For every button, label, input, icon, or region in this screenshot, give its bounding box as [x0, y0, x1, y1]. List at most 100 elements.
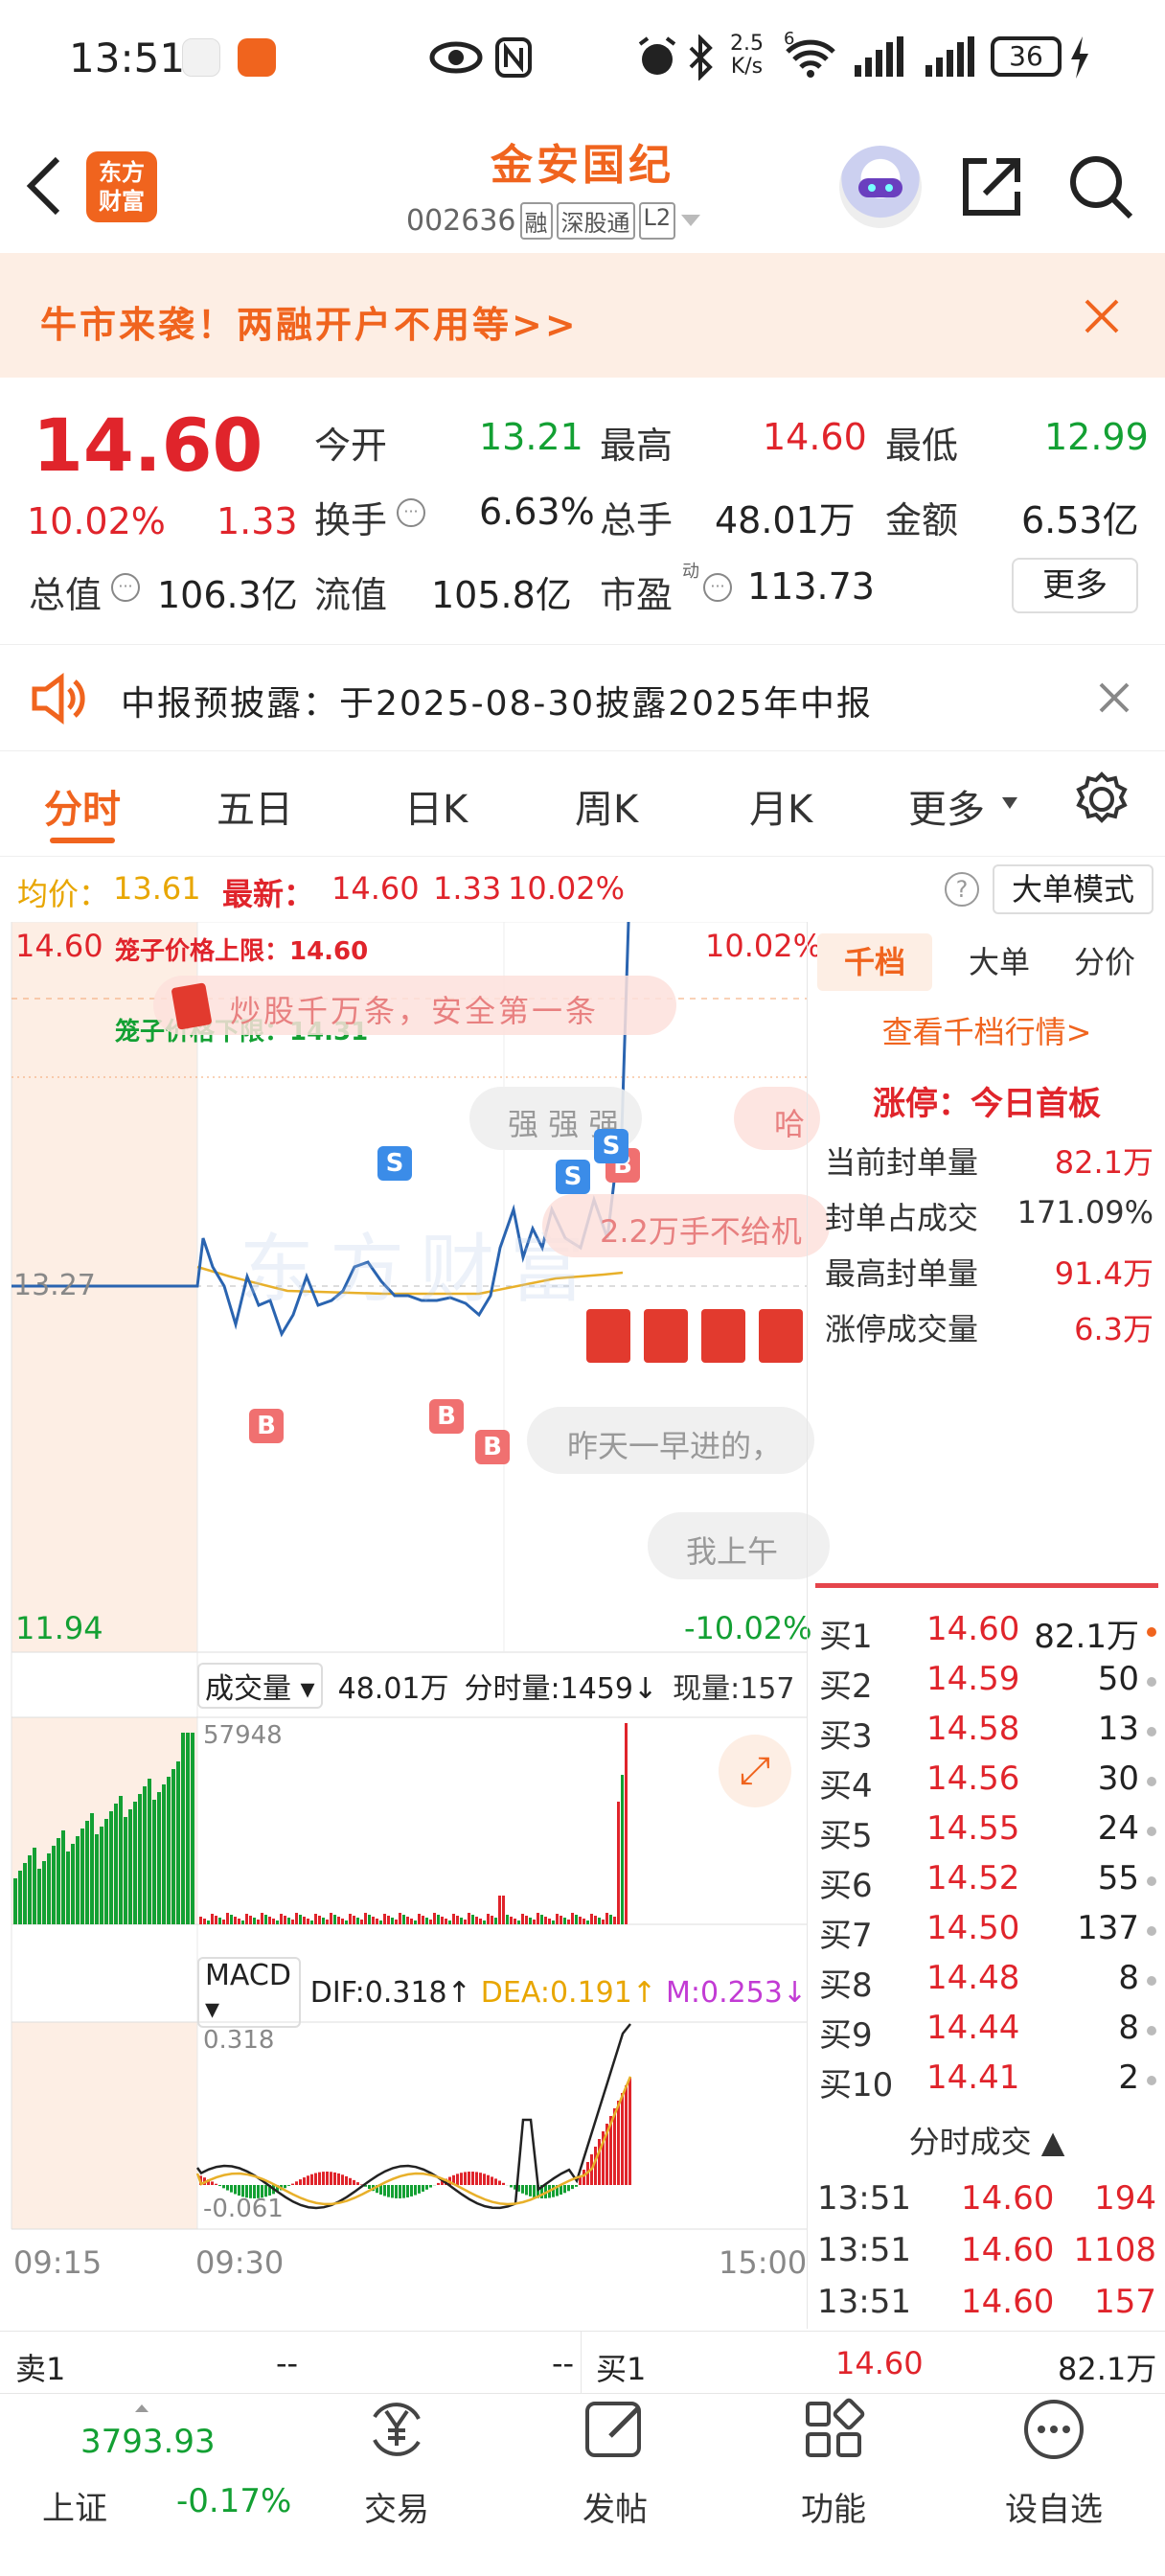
trade-time: 13:51 [817, 2283, 911, 2321]
info-icon[interactable]: ··· [703, 573, 732, 602]
macd-bar [456, 2174, 459, 2185]
bid-row[interactable]: 买3 14.58 13 [808, 1708, 1165, 1756]
volume-bar [272, 1919, 275, 1924]
bid-row[interactable]: 买5 14.55 24 [808, 1807, 1165, 1855]
sell-signal-marker[interactable]: S [377, 1146, 412, 1181]
hongbao-icon[interactable] [759, 1309, 803, 1363]
macd-bar [571, 2185, 574, 2190]
volume-bar [114, 1804, 118, 1924]
hongbao-icon[interactable] [644, 1309, 688, 1363]
volume-bar [85, 1821, 89, 1924]
nav-functions[interactable]: 功能 [757, 2396, 910, 2530]
notice-bar[interactable]: 中报预披露：于2025-08-30披露2025年中报 [0, 644, 1165, 751]
nav-add-watchlist[interactable]: 设自选 [977, 2396, 1131, 2530]
macd-bar [479, 2173, 482, 2185]
macd-selector[interactable]: MACD ▾ [197, 1957, 301, 2028]
sell-signal-marker[interactable]: S [594, 1129, 628, 1163]
volume-bar [433, 1913, 436, 1924]
macd-bottom-label: -0.061 [203, 2195, 284, 2223]
volume-bar [109, 1811, 113, 1924]
comment-bubble: 昨天一早进的， [527, 1407, 814, 1474]
bid-row[interactable]: 买4 14.56 30 [808, 1758, 1165, 1806]
volume-bar [307, 1919, 309, 1924]
volume-header: 成交量 ▾ 48.01万 分时量:1459↓ 现量:157 [197, 1662, 807, 1710]
volume-bar [537, 1913, 539, 1924]
big-order-mode-button[interactable]: 大单模式 [993, 864, 1154, 914]
pct-bottom-label: -10.02% [684, 1610, 812, 1646]
sell-signal-marker[interactable]: S [556, 1160, 590, 1194]
volume-bar [556, 1914, 559, 1924]
volume-bar [529, 1918, 532, 1924]
bid-row[interactable]: 买10 14.41 2 [808, 2057, 1165, 2104]
buy-signal-marker[interactable]: B [429, 1399, 464, 1434]
buy-signal-marker[interactable]: B [475, 1430, 510, 1464]
bid-row[interactable]: 买6 14.52 55 [808, 1857, 1165, 1905]
intraday-chart[interactable]: 东方财富 14.60 笼子价格上限：14.60 笼子价格下限：14.31 10.… [0, 921, 830, 2329]
hongbao-icon[interactable] [586, 1309, 630, 1363]
trades-title[interactable]: 分时成交 ▲ [808, 2118, 1165, 2162]
index-value[interactable]: 3793.93 [80, 2423, 216, 2461]
side-tab-big-order[interactable]: 大单 [951, 933, 1047, 991]
index-pct[interactable]: -0.17% [176, 2482, 291, 2520]
tab-intraday[interactable]: 分时 [44, 778, 121, 834]
bid-row[interactable]: 买8 14.48 8 [808, 1957, 1165, 2005]
info-icon[interactable]: ··· [397, 498, 425, 527]
macd-bar [326, 2172, 329, 2185]
volume-bar [211, 1914, 214, 1924]
view-level-link[interactable]: 查看千档行情> [808, 1008, 1165, 1052]
volume-bar [322, 1918, 325, 1924]
hongbao-group[interactable] [586, 1309, 807, 1363]
hongbao-icon[interactable] [701, 1309, 745, 1363]
divider [815, 1583, 1158, 1588]
volume-bar [203, 1919, 206, 1924]
close-notice-icon[interactable] [1098, 681, 1131, 714]
bid-row[interactable]: 买2 14.59 50 [808, 1658, 1165, 1706]
help-icon[interactable]: ? [945, 872, 979, 907]
promo-banner[interactable]: 牛市来袭！两融开户不用等>> [0, 253, 1165, 378]
side-tab-level[interactable]: 千档 [817, 933, 932, 991]
settings-gear-icon[interactable] [1073, 770, 1131, 828]
tab-five-day[interactable]: 五日 [217, 778, 293, 834]
volume-bar [410, 1919, 413, 1924]
macd-bar [387, 2185, 390, 2197]
index-name[interactable]: 上证 [42, 2482, 107, 2529]
tab-daily-k[interactable]: 日K [404, 778, 468, 834]
volume-bar [95, 1834, 99, 1924]
side-tab-price[interactable]: 分价 [1057, 933, 1153, 991]
nav-post[interactable]: 发帖 [538, 2396, 692, 2530]
expand-icon[interactable]: ⤢ [719, 1735, 791, 1807]
bid-row[interactable]: 买9 14.44 8 [808, 2007, 1165, 2055]
more-button[interactable]: 更多 [1012, 558, 1138, 613]
price-bottom-label: 11.94 [15, 1610, 103, 1646]
bid-level: 买10 [819, 2066, 894, 2104]
buy1-label: 买1 [596, 2351, 647, 2387]
bid-row[interactable]: 买1 14.60 82.1万 [808, 1608, 1165, 1656]
macd-bar [471, 2172, 474, 2185]
charging-icon [1071, 36, 1088, 79]
tab-weekly-k[interactable]: 周K [575, 778, 638, 834]
info-icon[interactable]: ··· [111, 573, 140, 602]
bid-price: 14.48 [926, 1959, 1020, 1997]
stock-code-row[interactable]: 002636 融深股通 L2 [406, 201, 702, 240]
latest-change: 1.33 [433, 870, 502, 907]
tab-more[interactable]: 更多 [908, 778, 985, 834]
search-icon[interactable] [1067, 153, 1134, 220]
bid-qty: 50 [1097, 1660, 1139, 1698]
volume-bar [544, 1917, 547, 1924]
macd-bar [579, 2177, 582, 2185]
volume-bar [162, 1784, 166, 1924]
share-icon[interactable] [958, 153, 1025, 220]
volume-bar [379, 1920, 382, 1924]
macd-selector-label: MACD [205, 1959, 291, 1992]
robot-avatar-icon[interactable] [839, 146, 922, 228]
signal-icon-1 [855, 36, 903, 77]
limit-row-label: 最高封单量 [825, 1255, 979, 1292]
volume-bar [257, 1920, 260, 1924]
tab-monthly-k[interactable]: 月K [749, 778, 812, 834]
volume-bar [226, 1913, 229, 1924]
bid-row[interactable]: 买7 14.50 137 [808, 1907, 1165, 1955]
buy-signal-marker[interactable]: B [249, 1409, 284, 1443]
nav-trade[interactable]: 交易 [320, 2396, 473, 2530]
close-banner-icon[interactable] [1083, 297, 1121, 335]
volume-selector[interactable]: 成交量 ▾ [197, 1663, 323, 1709]
